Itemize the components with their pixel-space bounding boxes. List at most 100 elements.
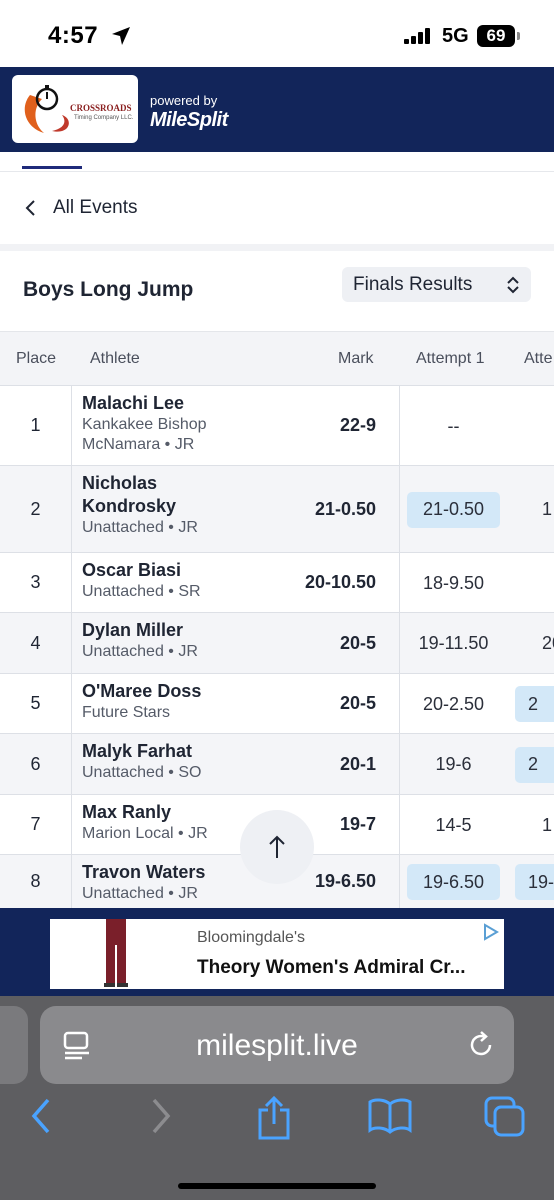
event-title: Boys Long Jump	[23, 278, 194, 301]
adchoices-icon[interactable]	[482, 923, 500, 946]
athlete-name[interactable]: Dylan Miller	[82, 619, 252, 642]
table-row[interactable]: 3 Oscar Biasi Unattached • SR 20-10.50 18-9.…	[0, 552, 554, 612]
attempt-1-cell: 18-9.50	[422, 572, 485, 593]
header-attempt-1[interactable]: Attempt 1	[416, 350, 484, 368]
mark-cell: 20-5	[339, 693, 376, 713]
section-divider	[0, 244, 554, 251]
athlete-cell[interactable]: Max Ranly Marion Local • JR	[82, 801, 252, 844]
scroll-to-top-button[interactable]	[240, 810, 314, 884]
athlete-team: Unattached • SO	[82, 764, 202, 781]
athlete-name[interactable]: Malyk Farhat	[82, 740, 252, 763]
athlete-name[interactable]: O'Maree Doss	[82, 680, 252, 703]
athlete-cell[interactable]: Oscar Biasi Unattached • SR	[82, 559, 252, 602]
column-divider	[399, 466, 400, 552]
mark-cell: 20-10.50	[304, 572, 376, 592]
table-row[interactable]: 2 Nicholas Kondrosky Unattached • JR 21-0.5…	[0, 465, 554, 552]
mark-cell: 19-7	[339, 814, 376, 834]
place-cell: 6	[0, 734, 72, 794]
athlete-cell[interactable]: Nicholas Kondrosky Unattached • JR	[82, 472, 202, 538]
forward-icon[interactable]	[150, 1096, 172, 1141]
header-athlete[interactable]: Athlete	[90, 350, 140, 368]
athlete-name[interactable]: Oscar Biasi	[82, 559, 252, 582]
athlete-team: Kankakee Bishop McNamara • JR	[82, 416, 207, 453]
table-row[interactable]: 6 Malyk Farhat Unattached • SO 20-1 19-6 2	[0, 733, 554, 794]
header-mark[interactable]: Mark	[338, 350, 374, 368]
ad-banner-container: Bloomingdale's Theory Women's Admiral Cr…	[0, 908, 554, 996]
athlete-team: Unattached • JR	[82, 885, 198, 902]
table-row[interactable]: 1 Malachi Lee Kankakee Bishop McNamara • J…	[0, 385, 554, 465]
place-cell: 5	[0, 674, 72, 733]
event-header: Boys Long Jump Finals Results	[0, 251, 554, 331]
athlete-team: Unattached • JR	[82, 643, 198, 660]
url-text: milesplit.live	[196, 1029, 358, 1062]
mark-cell: 21-0.50	[314, 498, 376, 519]
athlete-cell[interactable]: Malachi Lee Kankakee Bishop McNamara • JR	[82, 392, 252, 455]
status-bar: 4:57 5G 69	[0, 0, 554, 67]
status-time: 4:57	[48, 22, 99, 49]
ad-product: Theory Women's Admiral Cr...	[197, 957, 466, 978]
attempt-2-cell: 20-	[542, 633, 554, 653]
share-icon[interactable]	[256, 1095, 292, 1145]
bookmarks-icon[interactable]	[368, 1096, 412, 1141]
network-label: 5G	[442, 25, 469, 47]
column-divider	[399, 553, 400, 612]
athlete-team: Unattached • SR	[82, 583, 201, 600]
browser-chrome: milesplit.live	[0, 996, 554, 1200]
athlete-team: Marion Local • JR	[82, 825, 208, 842]
chevron-left-icon	[24, 199, 38, 222]
column-divider	[399, 674, 400, 733]
mark-cell: 20-1	[339, 753, 376, 774]
attempt-1-cell: --	[447, 415, 460, 436]
athlete-name[interactable]: Nicholas Kondrosky	[82, 472, 202, 518]
athlete-name[interactable]: Malachi Lee	[82, 392, 252, 415]
column-divider	[399, 386, 400, 465]
mark-cell: 20-5	[339, 632, 376, 653]
attempt-1-cell: 19-6	[435, 754, 472, 774]
milesplit-logo[interactable]: MileSplit	[150, 109, 228, 132]
crossroads-logo[interactable]: CROSSROADS Timing Company LLC.	[12, 75, 138, 143]
location-arrow-icon	[110, 25, 132, 52]
product-image	[104, 919, 128, 987]
table-row[interactable]: 4 Dylan Miller Unattached • JR 20-5 19-11.50…	[0, 612, 554, 673]
attempt-1-cell: 21-0.50	[407, 491, 500, 528]
attempt-2-cell: 19-	[515, 864, 554, 900]
home-indicator	[178, 1183, 376, 1189]
place-cell: 1	[0, 386, 72, 465]
athlete-cell[interactable]: O'Maree Doss Future Stars	[82, 680, 252, 723]
attempt-1-cell: 19-11.50	[418, 633, 489, 653]
all-events-label: All Events	[53, 197, 138, 218]
previous-tab[interactable]	[0, 1006, 28, 1084]
place-cell: 8	[0, 855, 72, 908]
athlete-name[interactable]: Max Ranly	[82, 801, 252, 824]
mark-cell: 22-9	[339, 415, 376, 435]
tabs-icon[interactable]	[484, 1096, 526, 1143]
athlete-team: Future Stars	[82, 704, 171, 721]
ad-banner[interactable]: Bloomingdale's Theory Women's Admiral Cr…	[50, 919, 504, 989]
reload-icon[interactable]	[466, 1030, 496, 1065]
column-divider	[399, 795, 400, 854]
all-events-link[interactable]: All Events	[0, 172, 554, 244]
powered-by-label: powered by	[150, 93, 218, 108]
place-cell: 2	[0, 466, 72, 552]
select-arrows-icon	[506, 275, 520, 300]
attempt-2-cell: 1	[542, 499, 553, 519]
arrow-up-icon	[269, 835, 285, 858]
round-select[interactable]: Finals Results	[342, 267, 531, 302]
active-tab-indicator	[22, 166, 82, 169]
mark-cell: 19-6.50	[314, 871, 376, 891]
header-attempt-2[interactable]: Atte	[524, 350, 552, 368]
athlete-name[interactable]: Travon Waters	[82, 861, 252, 884]
attempt-1-cell: 19-6.50	[407, 864, 500, 900]
place-cell: 3	[0, 553, 72, 612]
table-row[interactable]: 5 O'Maree Doss Future Stars 20-5 20-2.50 2	[0, 673, 554, 733]
address-bar[interactable]: milesplit.live	[40, 1006, 514, 1084]
attempt-1-cell: 14-5	[435, 814, 472, 835]
athlete-cell[interactable]: Travon Waters Unattached • JR	[82, 861, 252, 904]
battery-icon: 69	[477, 25, 515, 47]
logo-subtext: Timing Company LLC.	[74, 115, 134, 121]
back-icon[interactable]	[30, 1096, 52, 1141]
athlete-cell[interactable]: Malyk Farhat Unattached • SO	[82, 740, 252, 783]
header-place[interactable]: Place	[16, 350, 56, 368]
logo-text: CROSSROADS	[70, 103, 132, 113]
athlete-cell[interactable]: Dylan Miller Unattached • JR	[82, 619, 252, 662]
